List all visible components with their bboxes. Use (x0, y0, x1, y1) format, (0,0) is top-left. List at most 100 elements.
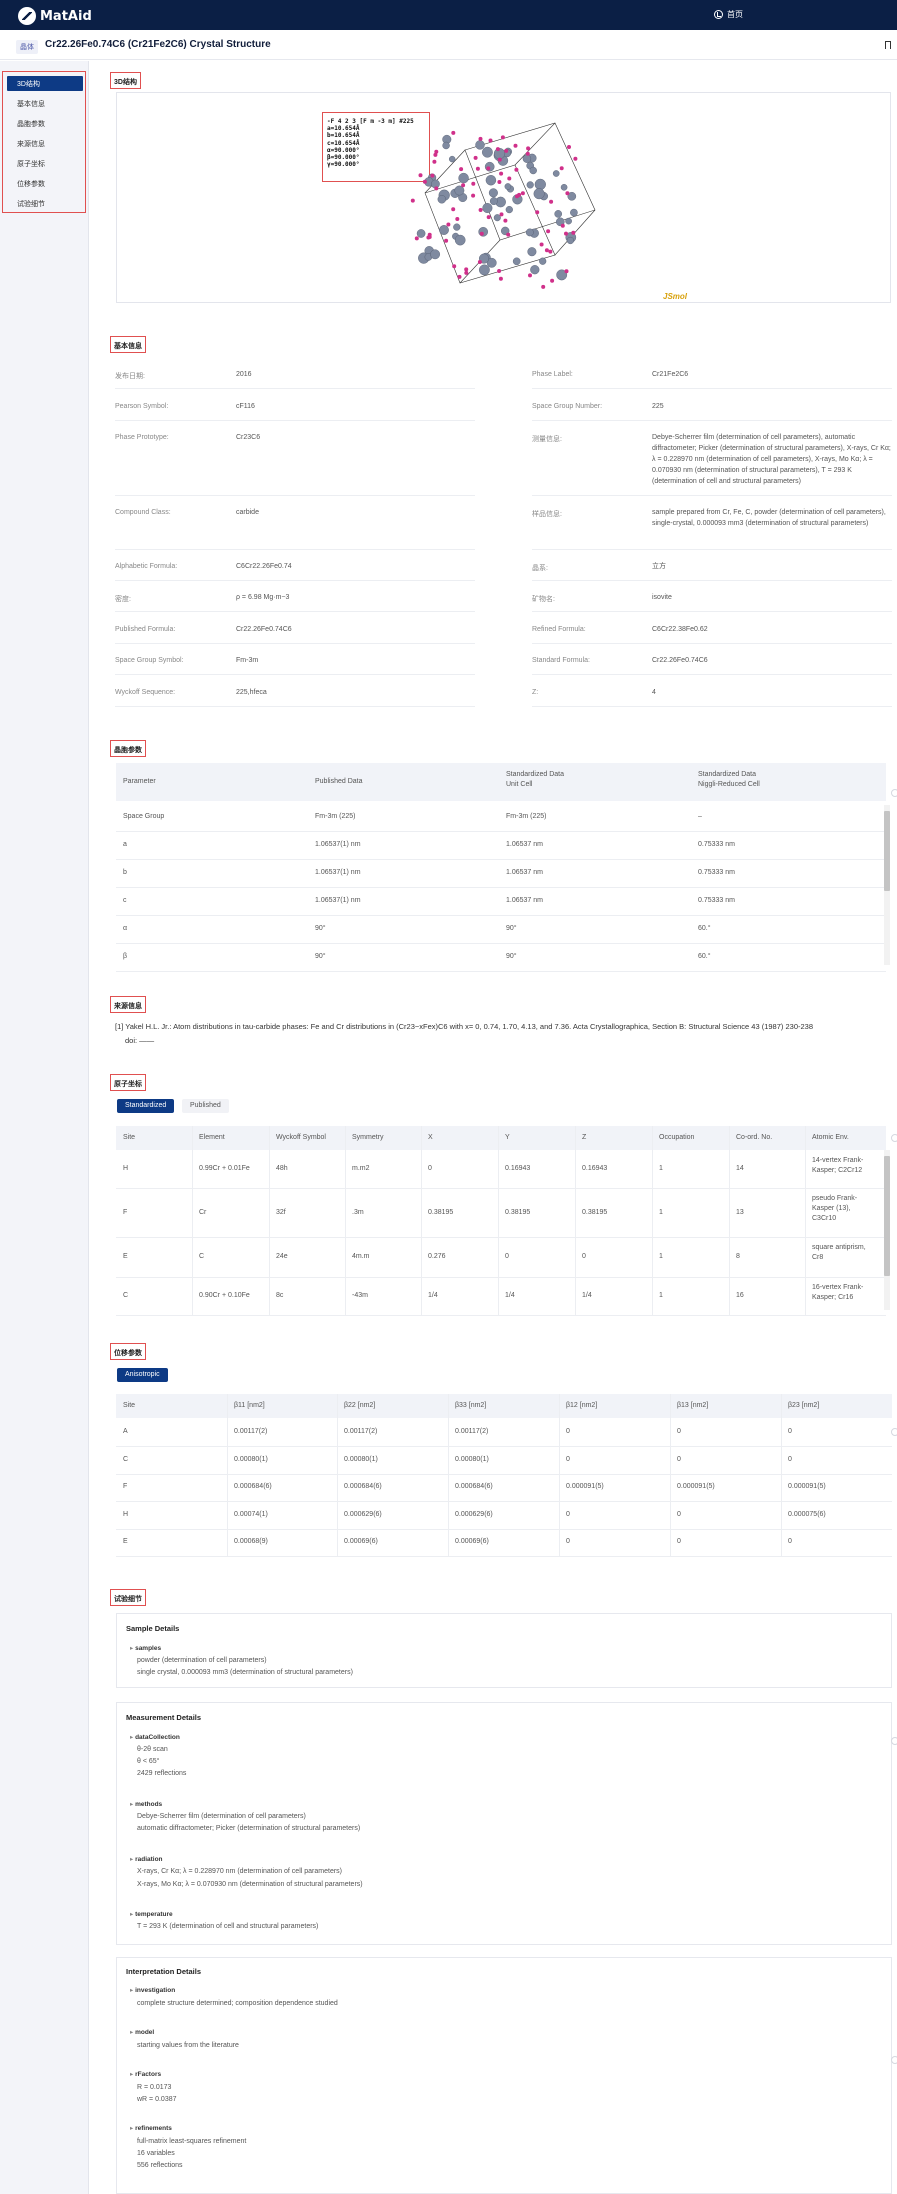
sidebar-item-displacement[interactable]: 位移参数 (7, 176, 83, 191)
basic-label: Wyckoff Sequence: (115, 689, 176, 696)
detail-key[interactable]: temperature (130, 1910, 173, 1918)
tab-standardized[interactable]: Standardized (117, 1099, 175, 1113)
basic-value: cF116 (236, 403, 255, 410)
table-cell: 8 (736, 1253, 740, 1260)
table-cell: 0.000629(6) (344, 1511, 382, 1518)
detail-line: complete structure determined; compositi… (137, 2000, 338, 2007)
crystal-structure-render[interactable] (405, 115, 605, 295)
divider (532, 674, 892, 675)
basic-label: 测量信息: (532, 436, 562, 443)
detail-key[interactable]: rFactors (130, 2070, 161, 2078)
tab-published[interactable]: Published (182, 1099, 229, 1113)
table-cell: 32f (276, 1209, 286, 1216)
table-cell: 0.000684(6) (344, 1483, 382, 1490)
top-bar: MatAid 首页 (0, 0, 897, 30)
sidebar-item-atoms[interactable]: 原子坐标 (7, 156, 83, 171)
column-header: Z (582, 1134, 587, 1141)
doi[interactable]: doi: —— (115, 1034, 875, 1048)
collapse-handle[interactable] (891, 1428, 897, 1436)
table-cell: 1 (659, 1209, 663, 1216)
column-header: Element (199, 1134, 225, 1141)
divider (115, 706, 475, 707)
detail-key[interactable]: samples (130, 1644, 161, 1652)
table-cell: 0.75333 nm (698, 897, 735, 904)
detail-line: starting values from the literature (137, 2042, 239, 2049)
bookmark-icon[interactable] (885, 41, 891, 49)
sidebar-item-basic[interactable]: 基本信息 (7, 96, 83, 111)
detail-key[interactable]: investigation (130, 1986, 175, 1994)
detail-line: θ-2θ scan (137, 1746, 168, 1753)
collapse-handle[interactable] (891, 1737, 897, 1745)
table-cell: m.m2 (352, 1165, 370, 1172)
divider (532, 580, 892, 581)
column-divider (345, 1126, 346, 1316)
home-label: 首页 (727, 10, 743, 19)
tab-anisotropic[interactable]: Anisotropic (117, 1368, 168, 1382)
table-cell: 8c (276, 1292, 284, 1299)
basic-label: 晶系: (532, 565, 548, 572)
table-cell: 1.06537(1) nm (315, 869, 361, 876)
table-cell: 0.00117(2) (344, 1428, 378, 1435)
collapse-handle[interactable] (891, 1134, 897, 1142)
table-cell: 0.000629(6) (455, 1511, 493, 1518)
sidebar-item-3d[interactable]: 3D结构 (7, 76, 83, 91)
detail-key[interactable]: model (130, 2028, 154, 2036)
column-divider (227, 1394, 228, 1556)
table-cell: C (123, 1456, 129, 1463)
section-header-atoms: 原子坐标 (110, 1074, 146, 1091)
column-header: Occupation (659, 1134, 695, 1141)
table-cell: 1.06537(1) nm (315, 841, 361, 848)
table-cell: 16 (736, 1292, 744, 1299)
detail-key[interactable]: refinements (130, 2124, 172, 2132)
row-divider (116, 831, 886, 832)
scrollbar[interactable] (884, 1150, 890, 1310)
table-cell: 0 (677, 1456, 681, 1463)
basic-label: 发布日期: (115, 373, 145, 380)
scrollbar[interactable] (884, 805, 890, 965)
scrollbar-thumb[interactable] (884, 1156, 890, 1276)
basic-label: Published Formula: (115, 626, 176, 633)
basic-value: 225,hfeca (236, 689, 267, 696)
column-header: X (428, 1134, 433, 1141)
sidebar-nav: 3D结构 基本信息 晶胞参数 来源信息 原子坐标 位移参数 试验细节 (2, 71, 86, 213)
cell-table-header (116, 763, 886, 801)
table-cell: E (123, 1538, 128, 1545)
table-cell: 0 (582, 1253, 586, 1260)
divider (532, 706, 892, 707)
app-logo[interactable]: MatAid (18, 7, 92, 25)
detail-key[interactable]: radiation (130, 1855, 162, 1863)
row-divider (116, 915, 886, 916)
column-header: Symmetry (352, 1134, 384, 1141)
table-cell: 13 (736, 1209, 744, 1216)
home-link[interactable]: 首页 (714, 9, 743, 20)
basic-label: 样品信息: (532, 511, 562, 518)
collapse-handle[interactable] (891, 789, 897, 797)
column-divider (781, 1394, 782, 1556)
table-cell: E (123, 1253, 128, 1260)
sample-details-panel: Sample Details samples powder (determina… (116, 1613, 892, 1688)
basic-value: 225 (652, 403, 664, 410)
panel-title: Interpretation Details (126, 1967, 202, 1976)
table-cell: 0.276 (428, 1253, 446, 1260)
basic-label: 密度: (115, 596, 131, 603)
row-divider (116, 1446, 892, 1447)
detail-line: 556 reflections (137, 2162, 183, 2169)
table-cell: 0.99Cr + 0.01Fe (199, 1165, 250, 1172)
table-cell: 0 (566, 1538, 570, 1545)
sidebar-item-cell[interactable]: 晶胞参数 (7, 116, 83, 131)
basic-value: Cr21Fe2C6 (652, 371, 689, 378)
table-cell: 0 (677, 1511, 681, 1518)
row-divider (116, 1556, 892, 1557)
collapse-handle[interactable] (891, 2056, 897, 2064)
table-cell: 14-vertex Frank-Kasper; C2Cr12 (812, 1157, 864, 1174)
detail-key[interactable]: dataCollection (130, 1733, 180, 1741)
row-divider (116, 971, 886, 972)
scrollbar-thumb[interactable] (884, 811, 890, 891)
sidebar-item-experiment[interactable]: 试验细节 (7, 196, 83, 211)
basic-value: Cr23C6 (236, 434, 261, 441)
detail-key[interactable]: methods (130, 1800, 162, 1808)
sidebar-item-source[interactable]: 来源信息 (7, 136, 83, 151)
table-cell: 0.00117(2) (455, 1428, 489, 1435)
measurement-details-panel: Measurement Details dataCollection θ-2θ … (116, 1702, 892, 1945)
table-cell: 0.00074(1) (234, 1511, 268, 1518)
